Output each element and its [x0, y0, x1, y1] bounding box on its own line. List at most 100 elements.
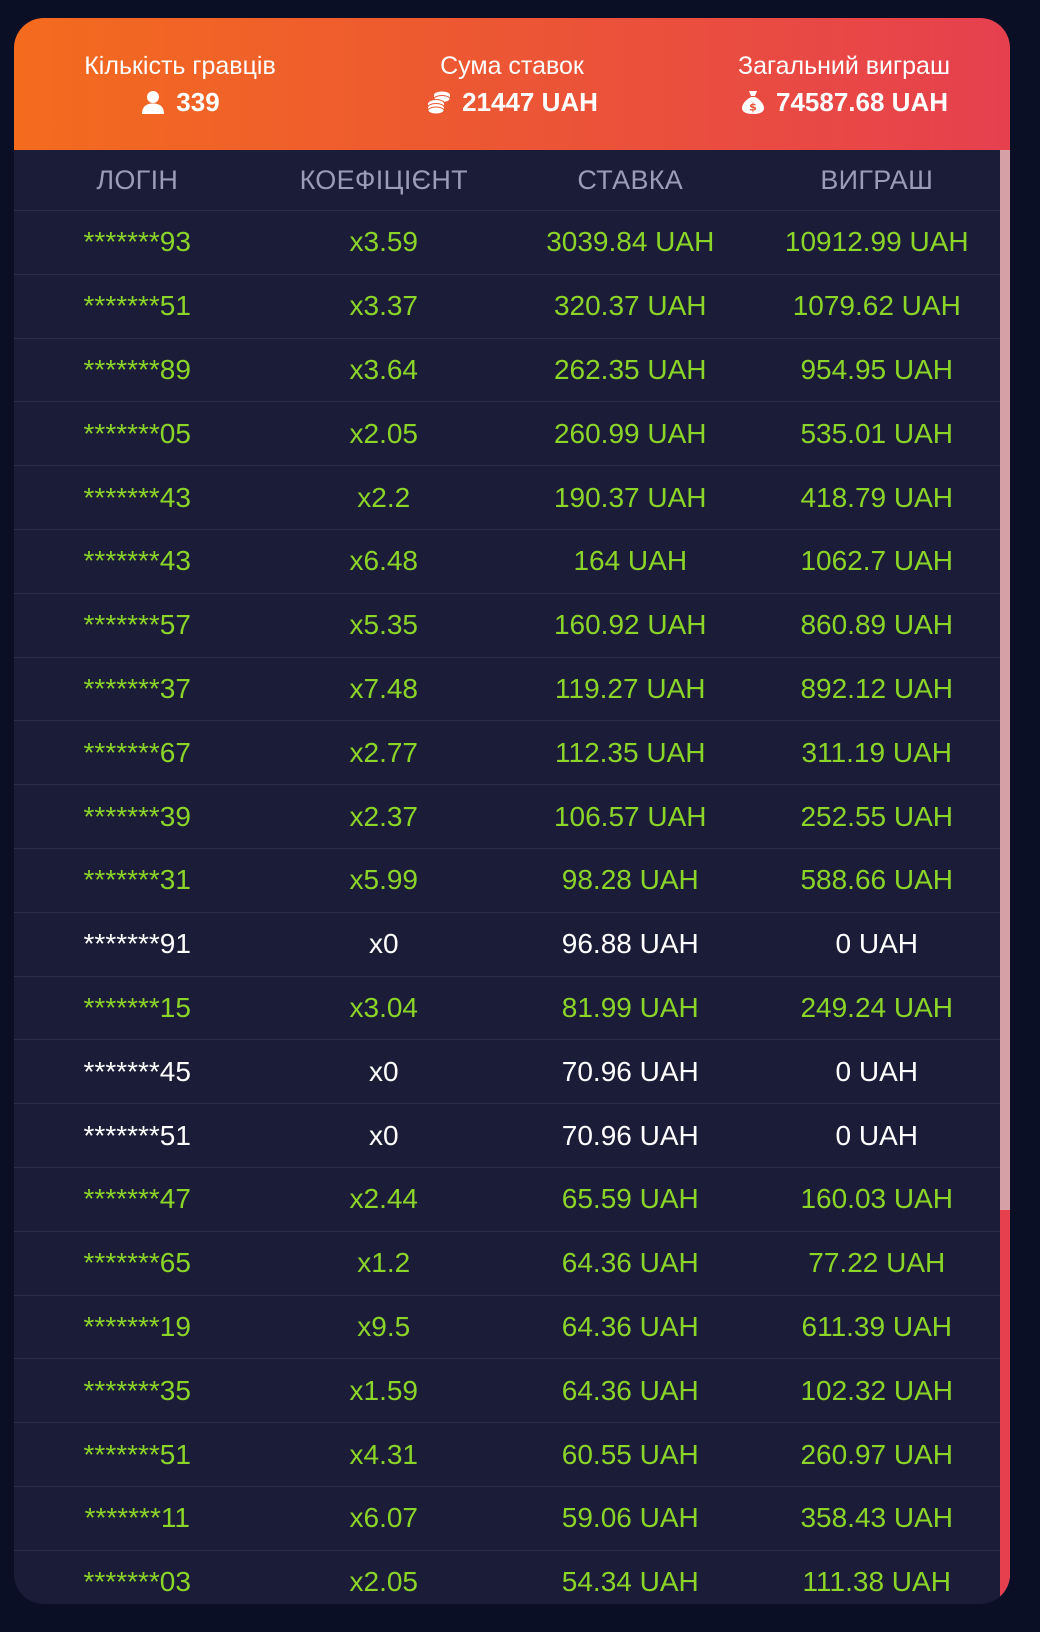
login-cell: *******51 — [83, 290, 191, 322]
coefficient-cell: x5.99 — [349, 864, 419, 896]
bet-cell: 64.36 UAH — [561, 1310, 699, 1342]
table-row: *******11 x6.07 59.06 UAH 358.43 UAH — [14, 1487, 1000, 1551]
coefficient-cell: x6.07 — [349, 1502, 419, 1534]
login-cell: *******47 — [83, 1183, 191, 1215]
win-cell: 611.39 UAH — [801, 1310, 952, 1342]
coefficient-cell: x9.5 — [357, 1310, 411, 1342]
coefficient-cell: x6.48 — [349, 545, 419, 577]
win-cell: 1062.7 UAH — [800, 545, 954, 577]
scrollbar[interactable] — [1000, 150, 1010, 1604]
column-bet: СТАВКА — [577, 164, 684, 195]
win-cell: 892.12 UAH — [800, 672, 954, 704]
bet-cell: 64.36 UAH — [561, 1247, 699, 1279]
bet-cell: 98.28 UAH — [561, 864, 699, 896]
login-cell: *******03 — [83, 1566, 191, 1598]
bets-stat: Сума ставок 21447 UAH — [346, 18, 678, 150]
win-cell: 111.38 UAH — [802, 1566, 951, 1598]
win-cell: 160.03 UAH — [800, 1183, 954, 1215]
login-cell: *******43 — [83, 545, 191, 577]
login-cell: *******39 — [83, 800, 191, 832]
login-cell: *******91 — [83, 928, 191, 960]
bet-cell: 59.06 UAH — [561, 1502, 699, 1534]
winnings-total: 74587.68 UAH — [776, 87, 948, 117]
login-cell: *******37 — [83, 672, 191, 704]
login-cell: *******45 — [83, 1055, 191, 1087]
stats-header: Кількість гравців 339 Сума ставок 21447 … — [14, 18, 1010, 150]
login-cell: *******57 — [83, 609, 191, 641]
win-cell: 860.89 UAH — [800, 609, 954, 641]
coefficient-cell: x2.37 — [349, 800, 419, 832]
bet-cell: 60.55 UAH — [561, 1438, 699, 1470]
login-cell: *******51 — [83, 1438, 191, 1470]
win-cell: 252.55 UAH — [800, 800, 954, 832]
table-row: *******15 x3.04 81.99 UAH 249.24 UAH — [14, 977, 1000, 1041]
coefficient-cell: x2.2 — [357, 481, 411, 513]
winnings-label: Загальний виграш — [738, 52, 950, 80]
scrollbar-thumb[interactable] — [1000, 1210, 1010, 1604]
win-cell: 358.43 UAH — [800, 1502, 954, 1534]
bet-cell: 96.88 UAH — [561, 928, 699, 960]
bet-cell: 65.59 UAH — [561, 1183, 699, 1215]
table-row: *******19 x9.5 64.36 UAH 611.39 UAH — [14, 1296, 1000, 1360]
win-cell: 0 UAH — [835, 1119, 918, 1151]
winnings-stat: Загальний виграш $ 74587.68 UAH — [678, 18, 1010, 150]
table-row: *******43 x6.48 164 UAH 1062.7 UAH — [14, 530, 1000, 594]
coefficient-cell: x3.59 — [349, 226, 419, 258]
table-row: *******45 x0 70.96 UAH 0 UAH — [14, 1040, 1000, 1105]
table-row: *******67 x2.77 112.35 UAH 311.19 UAH — [14, 721, 1000, 786]
win-cell: 0 UAH — [835, 928, 918, 960]
login-cell: *******35 — [83, 1374, 191, 1406]
bet-cell: 260.99 UAH — [553, 417, 707, 449]
table-row: *******31 x5.99 98.28 UAH 588.66 UAH — [14, 849, 1000, 913]
table-body: *******93 x3.59 3039.84 UAH 10912.99 UAH ***… — [14, 211, 1000, 1604]
coefficient-cell: x1.2 — [357, 1247, 411, 1279]
bet-cell: 106.57 UAH — [553, 800, 707, 832]
column-coefficient: КОЕФІЦІЄНТ — [299, 164, 468, 195]
login-cell: *******89 — [83, 353, 191, 385]
table-row: *******05 x2.05 260.99 UAH 535.01 UAH — [14, 402, 1000, 467]
bet-cell: 320.37 UAH — [553, 290, 707, 322]
table-row: *******51 x3.37 320.37 UAH 1079.62 UAH — [14, 275, 1000, 339]
win-cell: 535.01 UAH — [800, 417, 954, 449]
coefficient-cell: x0 — [368, 1055, 399, 1087]
win-cell: 311.19 UAH — [801, 736, 952, 768]
bet-cell: 112.35 UAH — [555, 736, 706, 768]
coefficient-cell: x2.44 — [349, 1183, 419, 1215]
coefficient-cell: x3.64 — [349, 353, 419, 385]
bet-cell: 119.27 UAH — [555, 672, 706, 704]
table-row: *******43 x2.2 190.37 UAH 418.79 UAH — [14, 466, 1000, 530]
coefficient-cell: x2.05 — [349, 1566, 419, 1598]
table-row: *******89 x3.64 262.35 UAH 954.95 UAH — [14, 339, 1000, 403]
bet-cell: 160.92 UAH — [553, 609, 707, 641]
win-cell: 10912.99 UAH — [784, 226, 969, 258]
bet-cell: 164 UAH — [573, 545, 688, 577]
win-cell: 77.22 UAH — [808, 1247, 946, 1279]
coefficient-cell: x3.04 — [349, 991, 419, 1023]
bet-cell: 190.37 UAH — [553, 481, 707, 513]
table-row: *******57 x5.35 160.92 UAH 860.89 UAH — [14, 594, 1000, 658]
coefficient-cell: x2.05 — [349, 417, 419, 449]
bet-cell: 54.34 UAH — [561, 1566, 699, 1598]
win-cell: 418.79 UAH — [800, 481, 954, 513]
bet-cell: 3039.84 UAH — [546, 226, 715, 258]
column-win: ВИГРАШ — [820, 164, 934, 195]
coefficient-cell: x0 — [368, 1119, 399, 1151]
win-cell: 0 UAH — [835, 1055, 918, 1087]
bet-cell: 70.96 UAH — [561, 1119, 699, 1151]
coefficient-cell: x1.59 — [349, 1374, 419, 1406]
bets-table: ЛОГІН КОЕФІЦІЄНТ СТАВКА ВИГРАШ *******93… — [14, 150, 1000, 1604]
login-cell: *******51 — [83, 1119, 191, 1151]
win-cell: 260.97 UAH — [800, 1438, 954, 1470]
bet-cell: 70.96 UAH — [561, 1055, 699, 1087]
coefficient-cell: x0 — [368, 928, 399, 960]
coins-icon — [427, 91, 451, 115]
table-row: *******93 x3.59 3039.84 UAH 10912.99 UAH — [14, 211, 1000, 275]
table-row: *******65 x1.2 64.36 UAH 77.22 UAH — [14, 1232, 1000, 1296]
money-bag-icon: $ — [742, 91, 764, 114]
table-row: *******39 x2.37 106.57 UAH 252.55 UAH — [14, 785, 1000, 849]
login-cell: *******93 — [83, 226, 191, 258]
win-cell: 954.95 UAH — [800, 353, 954, 385]
table-row: *******35 x1.59 64.36 UAH 102.32 UAH — [14, 1359, 1000, 1424]
table-row: *******91 x0 96.88 UAH 0 UAH — [14, 913, 1000, 977]
bet-cell: 81.99 UAH — [561, 991, 699, 1023]
